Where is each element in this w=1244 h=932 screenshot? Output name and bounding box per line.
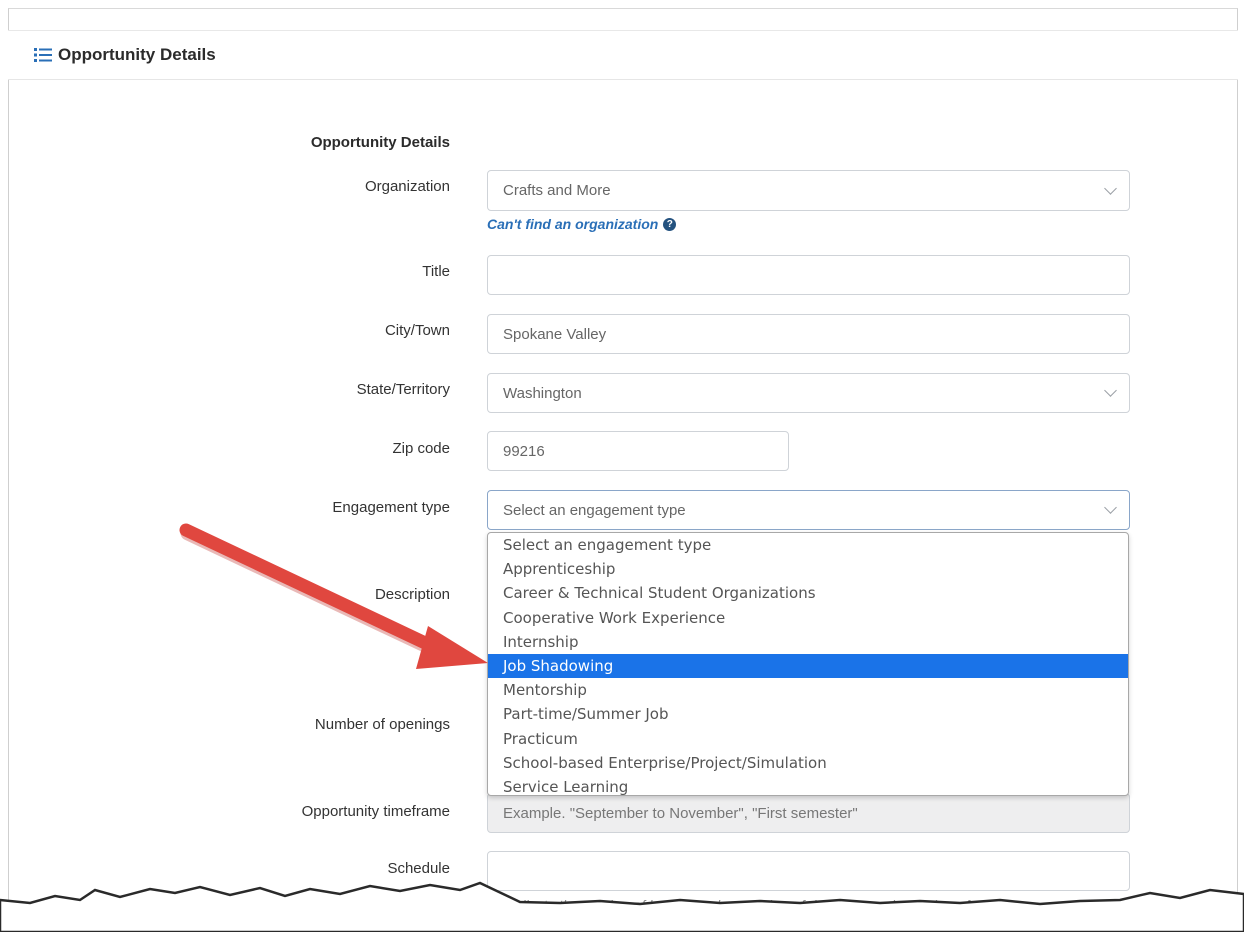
torn-edge: [0, 881, 1244, 932]
annotation-overlay: [0, 523, 1244, 932]
red-arrow-icon: [179, 523, 488, 669]
